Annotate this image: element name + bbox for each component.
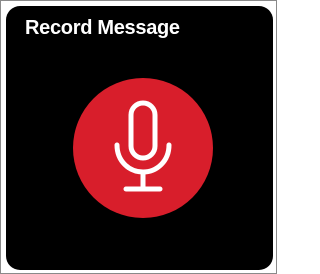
record-button[interactable] xyxy=(73,78,213,218)
tile-frame: Record Message xyxy=(0,0,277,274)
microphone-icon xyxy=(114,100,172,192)
tile-title: Record Message xyxy=(25,17,180,39)
record-message-tile[interactable]: Record Message xyxy=(6,6,273,270)
